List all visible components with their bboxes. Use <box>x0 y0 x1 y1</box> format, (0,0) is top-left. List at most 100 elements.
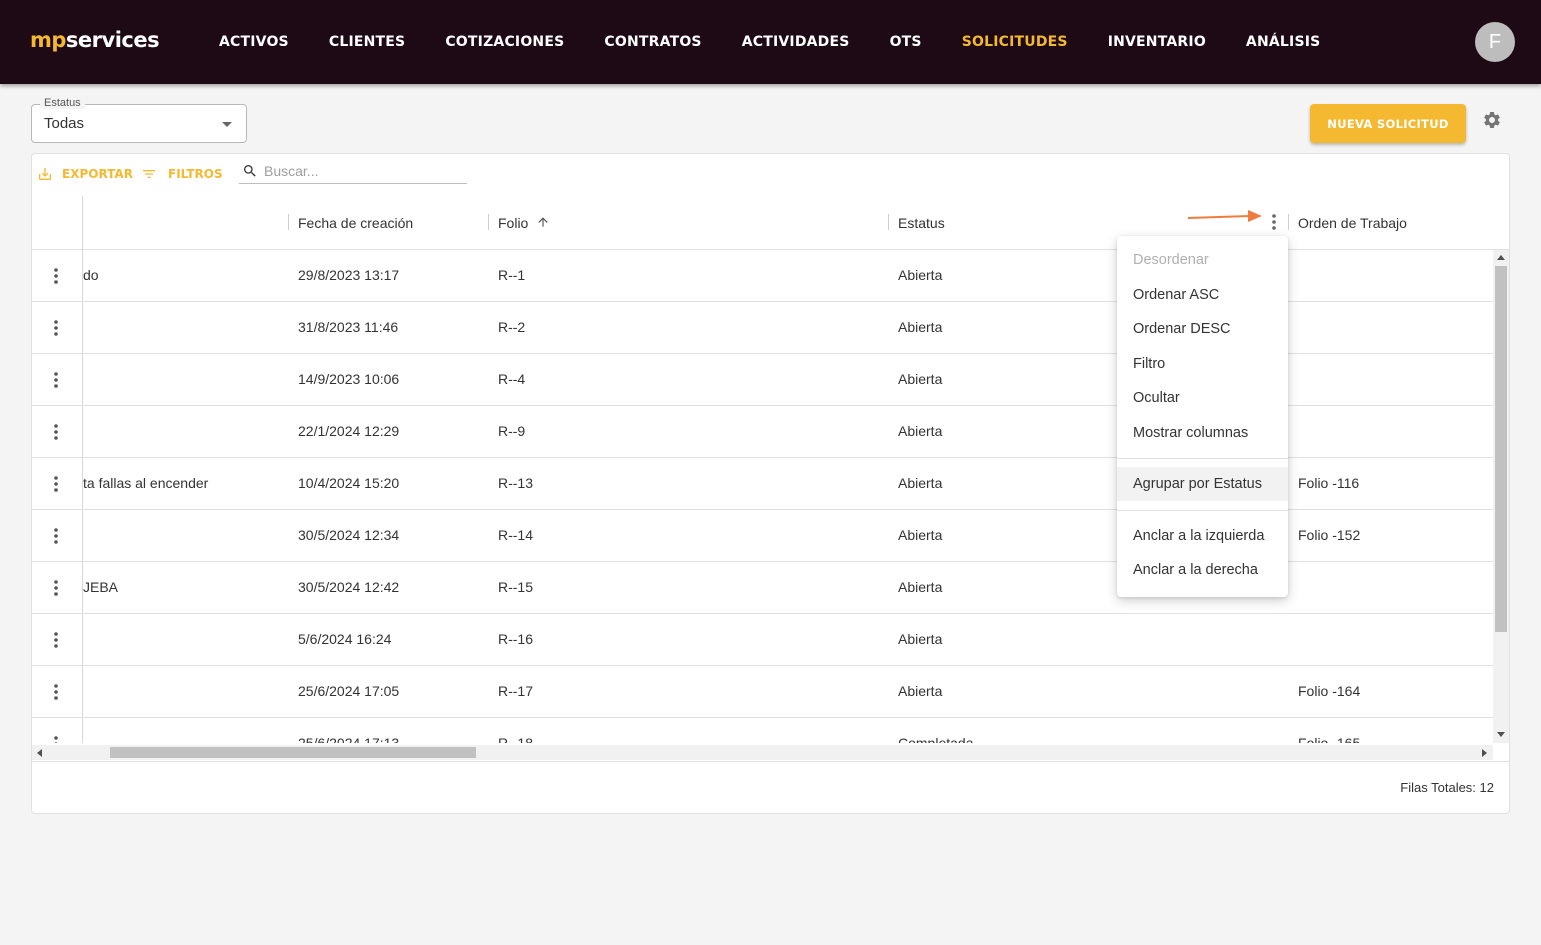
gear-icon[interactable] <box>1482 110 1502 130</box>
scroll-left-arrow-icon[interactable] <box>37 749 42 757</box>
status-cell: Completada <box>898 735 974 743</box>
row-actions-kebab-icon[interactable] <box>46 316 66 340</box>
menu-item-hide[interactable]: Ocultar <box>1117 381 1288 415</box>
description-cell-clip <box>83 510 283 561</box>
export-button[interactable]: EXPORTAR <box>37 164 133 184</box>
filter-list-icon <box>143 170 155 178</box>
top-navigation-bar: mpservices ACTIVOS CLIENTES COTIZACIONES… <box>0 0 1541 84</box>
logo-services: services <box>65 28 160 52</box>
horizontal-scroll-thumb[interactable] <box>110 747 476 758</box>
menu-item-sort-asc[interactable]: Ordenar ASC <box>1117 278 1288 312</box>
nav-solicitudes[interactable]: SOLICITUDES <box>942 34 1088 50</box>
status-filter-select[interactable]: Estatus Todas <box>31 97 247 143</box>
status-filter-label: Estatus <box>40 97 85 109</box>
vertical-scroll-thumb[interactable] <box>1495 266 1507 632</box>
status-cell: Abierta <box>898 423 943 439</box>
column-separator[interactable] <box>1288 214 1289 230</box>
sort-ascending-arrow-icon[interactable] <box>536 214 550 230</box>
menu-item-pin-right[interactable]: Anclar a la derecha <box>1117 553 1288 587</box>
created-cell: 31/8/2023 11:46 <box>298 319 399 335</box>
scroll-up-arrow-icon[interactable] <box>1497 255 1505 260</box>
user-avatar[interactable]: F <box>1475 22 1515 62</box>
horizontal-scrollbar[interactable] <box>32 745 1493 760</box>
grid-footer: Filas Totales: 12 <box>32 761 1509 813</box>
row-actions-kebab-icon[interactable] <box>46 420 66 444</box>
column-header-created[interactable]: Fecha de creación <box>298 215 413 231</box>
nav-actividades[interactable]: ACTIVIDADES <box>722 34 870 50</box>
column-header-folio[interactable]: Folio <box>498 215 528 231</box>
filters-label: FILTROS <box>168 167 223 181</box>
column-menu-kebab-icon[interactable] <box>1264 211 1284 233</box>
search-input[interactable] <box>264 161 459 181</box>
column-header-work-order[interactable]: Orden de Trabajo <box>1298 215 1407 231</box>
created-cell: 14/9/2023 10:06 <box>298 371 400 387</box>
row-actions-kebab-icon[interactable] <box>46 576 66 600</box>
nav-ots[interactable]: OTS <box>870 34 942 50</box>
row-actions-kebab-icon[interactable] <box>46 680 66 704</box>
search-icon <box>244 165 256 177</box>
status-cell: Abierta <box>898 579 943 595</box>
scroll-right-arrow-icon[interactable] <box>1482 749 1487 757</box>
column-separator[interactable] <box>888 214 889 230</box>
row-actions-kebab-icon[interactable] <box>46 472 66 496</box>
table-row[interactable]: 5/6/2024 16:24 R--16 Abierta <box>32 614 1493 666</box>
created-cell: 5/6/2024 16:24 <box>298 631 392 647</box>
description-cell-clip: ta fallas al encender <box>83 458 283 509</box>
status-cell: Abierta <box>898 267 943 283</box>
menu-item-pin-left[interactable]: Anclar a la izquierda <box>1117 519 1288 553</box>
status-cell: Abierta <box>898 631 943 647</box>
folio-cell: R--2 <box>498 319 526 335</box>
menu-item-filter[interactable]: Filtro <box>1117 347 1288 381</box>
description-cell: JEBA <box>83 579 119 595</box>
column-separator[interactable] <box>488 214 489 230</box>
work-order-cell: Folio -116 <box>1298 475 1360 491</box>
nav-clientes[interactable]: CLIENTES <box>309 34 425 50</box>
folio-cell: R--4 <box>498 371 526 387</box>
table-row[interactable]: 25/6/2024 17:13 R--18 Completada Folio -… <box>32 718 1493 743</box>
nav-analisis[interactable]: ANÁLISIS <box>1226 34 1341 50</box>
status-cell: Abierta <box>898 371 943 387</box>
work-order-cell: Folio -152 <box>1298 527 1361 543</box>
nav-cotizaciones[interactable]: COTIZACIONES <box>425 34 584 50</box>
column-separator[interactable] <box>288 214 289 230</box>
requests-data-grid: EXPORTAR FILTROS Fecha de creación Folio… <box>31 153 1510 814</box>
logo-mp: mp <box>30 28 66 52</box>
search-box <box>239 158 467 184</box>
new-request-button[interactable]: NUEVA SOLICITUD <box>1310 104 1466 143</box>
work-order-cell: Folio -164 <box>1298 683 1361 699</box>
menu-item-sort-desc[interactable]: Ordenar DESC <box>1117 312 1288 346</box>
nav-activos[interactable]: ACTIVOS <box>199 34 309 50</box>
row-actions-kebab-icon[interactable] <box>46 524 66 548</box>
vertical-scrollbar[interactable] <box>1493 250 1509 743</box>
app-logo[interactable]: mpservices <box>30 28 160 52</box>
created-cell: 22/1/2024 12:29 <box>298 423 400 439</box>
row-actions-kebab-icon[interactable] <box>46 368 66 392</box>
column-header-status[interactable]: Estatus <box>898 215 945 231</box>
created-cell: 25/6/2024 17:13 <box>298 735 400 743</box>
total-rows-count: Filas Totales: 12 <box>1400 780 1494 795</box>
row-actions-kebab-icon[interactable] <box>46 732 66 743</box>
filters-button[interactable]: FILTROS <box>139 164 223 184</box>
menu-divider <box>1117 510 1288 511</box>
description-cell-clip <box>83 302 283 353</box>
created-cell: 10/4/2024 15:20 <box>298 475 400 491</box>
status-cell: Abierta <box>898 319 943 335</box>
status-filter-value: Todas <box>44 115 85 132</box>
description-cell-clip <box>83 666 283 717</box>
description-cell-clip <box>83 406 283 457</box>
nav-contratos[interactable]: CONTRATOS <box>584 34 721 50</box>
row-actions-kebab-icon[interactable] <box>46 264 66 288</box>
description-cell-clip <box>83 718 283 743</box>
folio-cell: R--17 <box>498 683 534 699</box>
description-cell: do <box>83 267 99 283</box>
nav-inventario[interactable]: INVENTARIO <box>1088 34 1226 50</box>
menu-item-group-by-status[interactable]: Agrupar por Estatus <box>1117 467 1288 501</box>
table-row[interactable]: 25/6/2024 17:05 R--17 Abierta Folio -164 <box>32 666 1493 718</box>
menu-divider <box>1117 458 1288 459</box>
scroll-down-arrow-icon[interactable] <box>1497 732 1505 737</box>
export-label: EXPORTAR <box>62 167 133 181</box>
created-cell: 30/5/2024 12:34 <box>298 527 400 543</box>
folio-cell: R--13 <box>498 475 534 491</box>
row-actions-kebab-icon[interactable] <box>46 628 66 652</box>
menu-item-show-columns[interactable]: Mostrar columnas <box>1117 416 1288 450</box>
